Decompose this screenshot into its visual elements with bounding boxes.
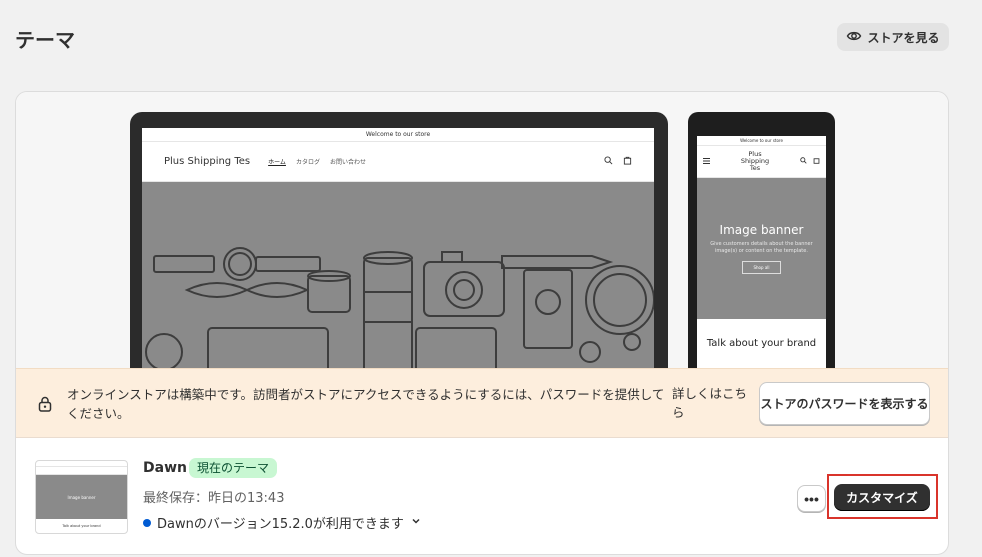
theme-preview[interactable]: Welcome to our store Plus Shipping Tes ホ… bbox=[16, 92, 948, 368]
mobile-talk-title: Talk about your brand bbox=[706, 338, 817, 349]
view-store-label: ストアを見る bbox=[867, 30, 940, 45]
customize-highlight: カスタマイズ bbox=[827, 474, 938, 519]
current-theme-badge: 現在のテーマ bbox=[189, 458, 278, 478]
lock-icon bbox=[38, 396, 52, 416]
search-icon bbox=[604, 155, 613, 168]
mobile-hero-text: Give customers details about the banner … bbox=[710, 241, 813, 254]
theme-name: Dawn bbox=[143, 460, 187, 476]
nav-home: ホーム bbox=[268, 159, 286, 166]
mobile-announcement: Welcome to our store bbox=[697, 136, 826, 146]
customize-button[interactable]: カスタマイズ bbox=[834, 484, 930, 511]
version-notice-text: Dawnのバージョン15.2.0が利用できます bbox=[157, 517, 404, 532]
mobile-hero-title: Image banner bbox=[719, 223, 804, 237]
desktop-preview: Welcome to our store Plus Shipping Tes ホ… bbox=[130, 112, 668, 368]
desktop-hero-image bbox=[142, 182, 654, 368]
mobile-cart-icon bbox=[813, 157, 820, 166]
theme-thumbnail: Image banner Talk about your brand bbox=[35, 460, 128, 534]
more-actions-button[interactable]: ••• bbox=[797, 485, 826, 512]
mobile-preview: Welcome to our store Plus Shipping Tes I… bbox=[688, 112, 835, 368]
mobile-hero-button: Shop all bbox=[742, 261, 781, 274]
view-store-button[interactable]: ストアを見る bbox=[837, 23, 949, 51]
learn-more-link[interactable]: 詳しくはこちら bbox=[672, 384, 756, 422]
password-banner: オンラインストアは構築中です。訪問者がストアにアクセスできるようにするには、パス… bbox=[16, 368, 948, 438]
show-store-password-button[interactable]: ストアのパスワードを表示する bbox=[759, 382, 930, 425]
desktop-announcement: Welcome to our store bbox=[142, 128, 654, 142]
menu-icon bbox=[703, 157, 710, 166]
last-saved-text: 最終保存：昨日の13:43 bbox=[143, 491, 285, 506]
eye-icon bbox=[846, 28, 862, 47]
mobile-search-icon bbox=[800, 157, 807, 166]
thumb-talk-text: Talk about your brand bbox=[62, 524, 101, 528]
cart-icon bbox=[623, 156, 632, 168]
desktop-site-header: Plus Shipping Tes ホーム カタログ お問い合わせ bbox=[142, 142, 654, 182]
mobile-site-name: Plus Shipping Tes bbox=[740, 150, 770, 172]
page-title: テーマ bbox=[15, 28, 75, 52]
password-banner-message: オンラインストアは構築中です。訪問者がストアにアクセスできるようにするには、パス… bbox=[67, 387, 665, 421]
mobile-site-header: Plus Shipping Tes bbox=[697, 146, 826, 178]
info-dot-icon bbox=[143, 518, 151, 527]
desktop-site-name: Plus Shipping Tes bbox=[164, 156, 251, 167]
thumb-hero-text: Image banner bbox=[67, 494, 96, 500]
theme-card: Welcome to our store Plus Shipping Tes ホ… bbox=[15, 91, 949, 555]
chevron-down-icon bbox=[410, 515, 422, 531]
mobile-hero-banner: Image banner Give customers details abou… bbox=[697, 178, 826, 319]
desktop-nav: ホーム カタログ お問い合わせ bbox=[268, 157, 366, 166]
nav-catalog: カタログ bbox=[295, 159, 320, 166]
nav-contact: お問い合わせ bbox=[329, 159, 366, 166]
version-notice[interactable]: Dawnのバージョン15.2.0が利用できます bbox=[143, 513, 422, 532]
